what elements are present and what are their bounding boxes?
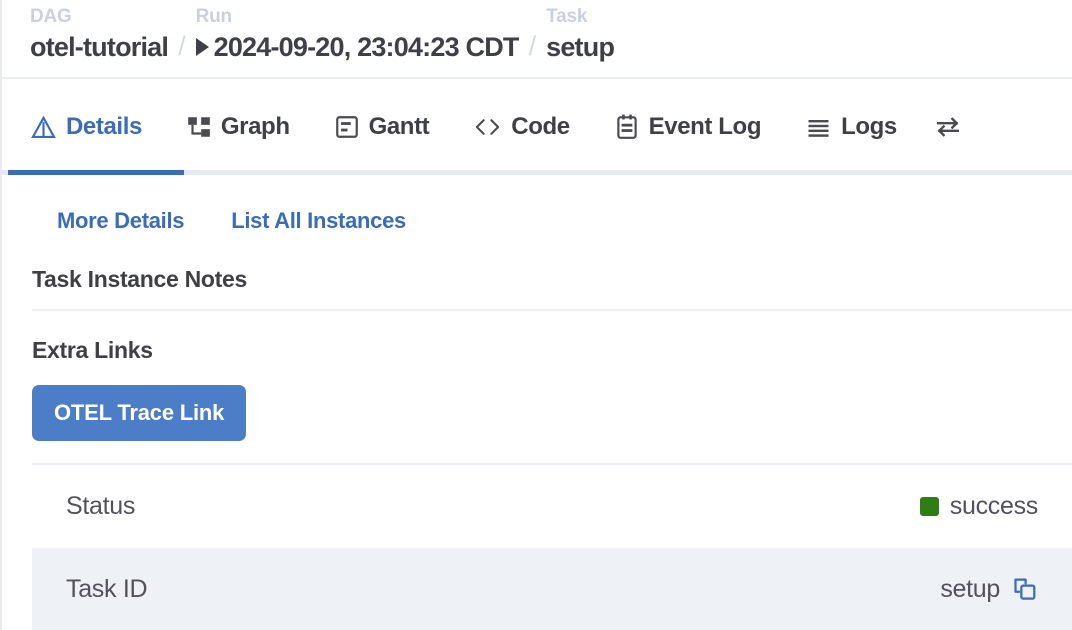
tab-event-log-label: Event Log <box>648 113 762 140</box>
tab-code[interactable]: Code <box>451 90 591 164</box>
calendar-log-icon <box>614 113 640 141</box>
detail-action-links: More Details List All Instances <box>2 175 1072 239</box>
breadcrumb-run-label: Run <box>195 6 233 27</box>
active-tab-indicator <box>8 170 184 175</box>
status-text: success <box>949 492 1039 520</box>
extra-links-section: Extra Links OTEL Trace Link <box>32 337 1072 465</box>
task-id-text: setup <box>940 575 1000 603</box>
list-lines-icon <box>805 115 832 139</box>
tab-logs[interactable]: Logs <box>783 90 919 164</box>
details-content: More Details List All Instances Task Ins… <box>2 175 1072 630</box>
tab-graph-label: Graph <box>220 113 290 140</box>
breadcrumb-task-value[interactable]: setup <box>546 30 615 64</box>
breadcrumb-dag[interactable]: DAG otel-tutorial <box>30 0 169 64</box>
breadcrumb-separator-1-wrap: / <box>168 0 196 64</box>
breadcrumb-separator-2: / <box>528 31 537 61</box>
otel-trace-link-button[interactable]: OTEL Trace Link <box>32 385 247 441</box>
tab-bar: Details Graph Gantt Code Event Log Logs <box>2 79 1072 175</box>
gantt-chart-icon <box>334 114 360 140</box>
breadcrumb-dag-value[interactable]: otel-tutorial <box>30 30 169 64</box>
tab-gantt[interactable]: Gantt <box>312 90 452 164</box>
task-detail-table: Status success Task ID setup <box>32 465 1072 630</box>
breadcrumb-run-value-wrap[interactable]: 2024-09-20, 23:04:23 CDT <box>195 30 520 64</box>
table-row: Status success <box>32 465 1072 548</box>
task-instance-notes-section: Task Instance Notes <box>32 266 1072 311</box>
breadcrumb-separator-2-wrap: / <box>519 0 547 64</box>
status-badge <box>919 497 939 516</box>
code-brackets-icon <box>473 114 502 140</box>
detail-key-task-id: Task ID <box>66 575 148 603</box>
breadcrumb: DAG otel-tutorial / Run 2024-09-20, 23:0… <box>2 0 1072 79</box>
breadcrumb-dag-label: DAG <box>30 6 72 27</box>
tab-details[interactable]: Details <box>8 90 164 164</box>
hierarchy-graph-icon <box>186 114 212 140</box>
extra-links-title: Extra Links <box>32 337 153 363</box>
tab-logs-label: Logs <box>841 113 897 140</box>
tab-graph[interactable]: Graph <box>164 90 312 164</box>
breadcrumb-task-label: Task <box>546 6 588 27</box>
detail-key-status: Status <box>66 492 136 520</box>
swap-arrows-icon <box>933 114 963 140</box>
breadcrumb-task[interactable]: Task setup <box>546 0 615 64</box>
copy-icon[interactable] <box>1011 576 1038 603</box>
play-triangle-icon <box>195 38 209 56</box>
tab-event-log[interactable]: Event Log <box>592 90 783 164</box>
table-row: Task ID setup <box>32 548 1072 630</box>
tab-xcom[interactable] <box>919 90 972 164</box>
more-details-link[interactable]: More Details <box>57 208 185 234</box>
detail-value-task-id: setup <box>940 575 1038 604</box>
task-instance-notes-title: Task Instance Notes <box>32 266 248 292</box>
detail-value-status: success <box>919 492 1039 521</box>
tab-code-label: Code <box>511 113 570 140</box>
triangle-alert-icon <box>30 114 57 141</box>
breadcrumb-run[interactable]: Run 2024-09-20, 23:04:23 CDT <box>195 0 520 64</box>
tab-gantt-label: Gantt <box>368 113 430 140</box>
breadcrumb-run-value: 2024-09-20, 23:04:23 CDT <box>213 32 520 62</box>
list-all-instances-link[interactable]: List All Instances <box>231 208 406 234</box>
tab-details-label: Details <box>66 113 142 140</box>
airflow-task-instance-panel: DAG otel-tutorial / Run 2024-09-20, 23:0… <box>0 0 1072 630</box>
breadcrumb-separator-1: / <box>178 31 186 61</box>
